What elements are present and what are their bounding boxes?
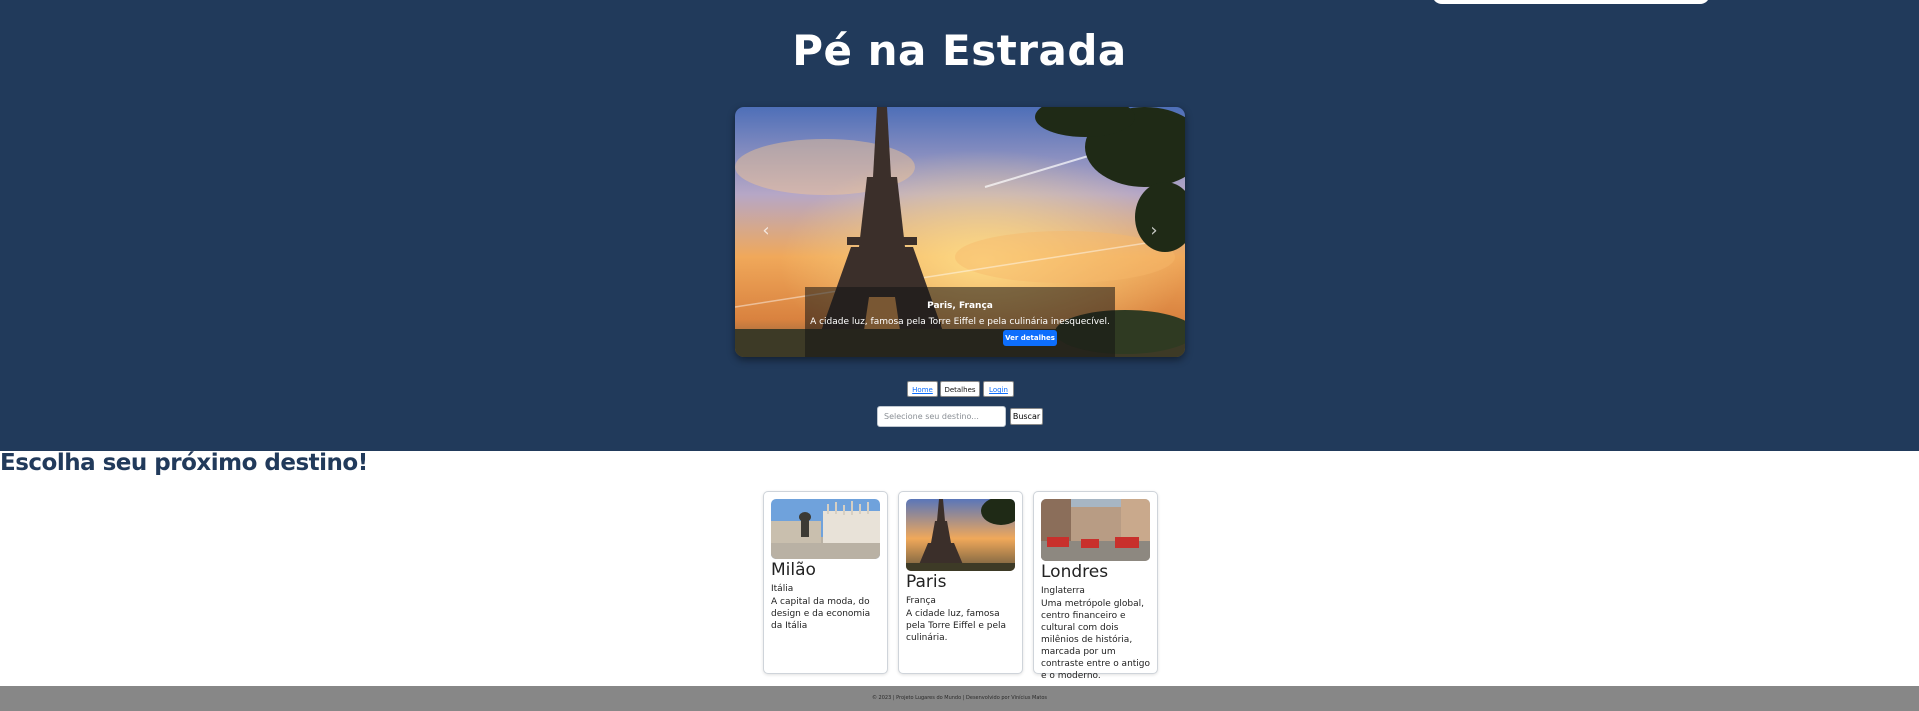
destination-card-london[interactable]: Londres Inglaterra Uma metrópole global,… <box>1033 491 1158 681</box>
nav-details-button[interactable]: Detalhes <box>940 381 980 397</box>
milan-image <box>771 499 880 559</box>
card-title: Paris <box>906 572 947 592</box>
nav-home-link[interactable]: Home <box>907 381 938 397</box>
carousel-caption: Paris, França A cidade luz, famosa pela … <box>805 287 1115 357</box>
card-description: A cidade luz, famosa pela Torre Eiffel e… <box>906 609 1006 643</box>
destination-card-paris[interactable]: Paris França A cidade luz, famosa pela T… <box>898 491 1023 674</box>
destination-card-milan[interactable]: Milão Itália A capital da moda, do desig… <box>763 491 888 674</box>
search-button[interactable]: Buscar <box>1010 408 1043 425</box>
card-title: Milão <box>771 560 816 580</box>
footer: © 2023 | Projeto Lugares do Mundo | Dese… <box>0 686 1919 711</box>
card-country: França <box>906 596 936 606</box>
card-country: Itália <box>771 584 794 594</box>
chevron-left-icon[interactable]: ‹ <box>757 219 775 243</box>
top-search-bar[interactable] <box>1432 0 1710 4</box>
london-image <box>1041 499 1150 561</box>
caption-title: Paris, França <box>927 301 993 311</box>
section-heading: Escolha seu próximo destino! <box>0 450 368 476</box>
card-title: Londres <box>1041 562 1109 582</box>
paris-image <box>906 499 1015 571</box>
caption-description: A cidade luz, famosa pela Torre Eiffel e… <box>810 317 1110 327</box>
site-title: Pé na Estrada <box>792 26 1127 75</box>
destination-search-input[interactable] <box>877 406 1006 427</box>
card-description: A capital da moda, do design e da econom… <box>771 597 871 631</box>
view-details-button[interactable]: Ver detalhes <box>1003 330 1057 346</box>
chevron-right-icon[interactable]: › <box>1145 219 1163 243</box>
destination-carousel[interactable]: ‹ › Paris, França A cidade luz, famosa p… <box>735 107 1185 357</box>
card-country: Inglaterra <box>1041 586 1085 596</box>
nav-login-link[interactable]: Login <box>983 381 1014 397</box>
footer-text: © 2023 | Projeto Lugares do Mundo | Dese… <box>871 695 1048 701</box>
card-description: Uma metrópole global, centro financeiro … <box>1041 599 1151 681</box>
hero-section: Pé na Estrada ‹ › Paris, França A cidade… <box>0 0 1919 451</box>
